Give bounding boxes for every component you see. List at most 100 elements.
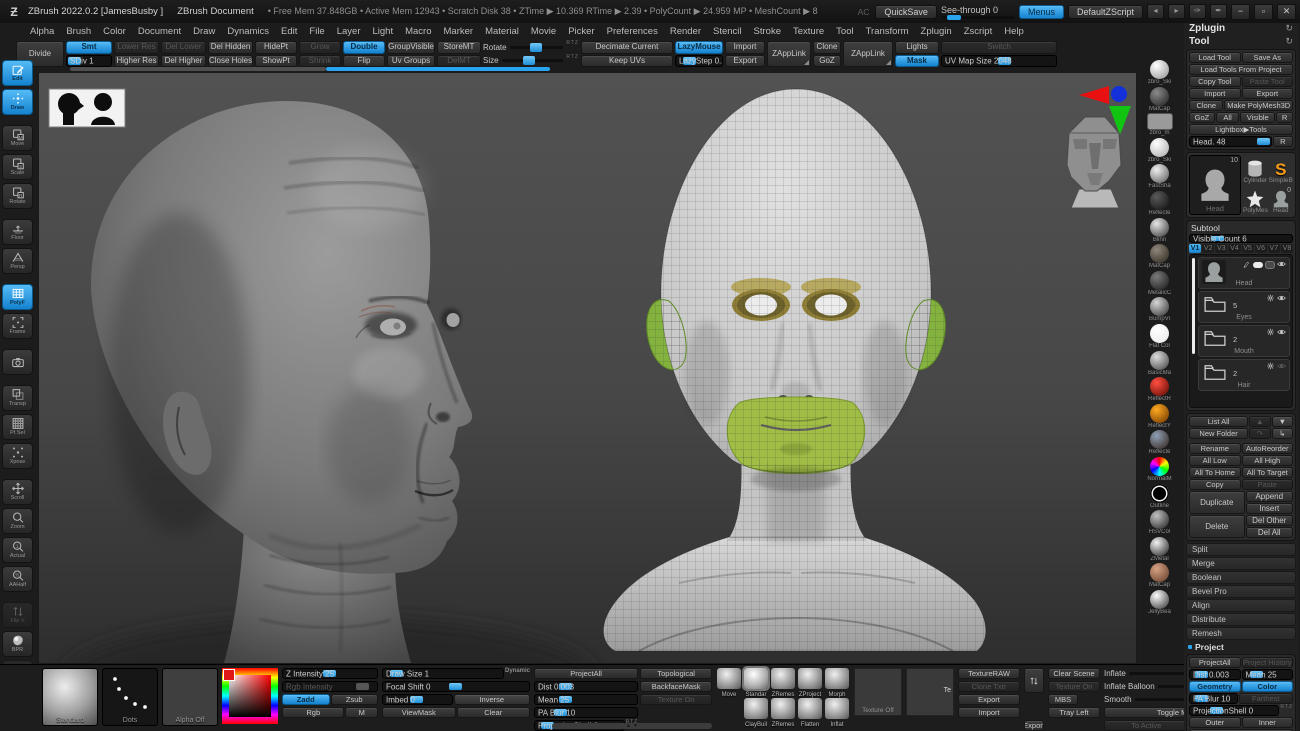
section-remesh[interactable]: Remesh (1186, 627, 1296, 640)
menu-texture[interactable]: Texture (787, 26, 830, 37)
toolbar-scroll[interactable]: Scroll (2, 479, 33, 505)
section-bevel-pro[interactable]: Bevel Pro (1186, 585, 1296, 598)
tab-v3[interactable]: V3 (1215, 244, 1227, 253)
shelf-focal-shift-0[interactable]: Focal Shift 0 (382, 681, 530, 692)
menu-movie[interactable]: Movie (525, 26, 562, 37)
toolbar-flip-v[interactable]: Flip V (2, 602, 33, 628)
toolbar-aahalf[interactable]: ½AAHalf (2, 566, 33, 592)
menu-light[interactable]: Light (366, 26, 399, 37)
shelf-scrollbar[interactable] (70, 67, 550, 71)
tool-r[interactable]: R (1276, 112, 1293, 123)
toolbar-scale[interactable]: SScale (2, 154, 33, 180)
brush-zremes[interactable]: ZRemes (770, 698, 796, 727)
shelf-higher-res[interactable]: Higher Res (114, 55, 159, 68)
shelf-decimate-current[interactable]: Decimate Current (581, 41, 673, 54)
shelf-flip[interactable]: Flip (343, 55, 385, 68)
menu-stroke[interactable]: Stroke (748, 26, 787, 37)
material-basicma[interactable]: BasicMa (1137, 351, 1182, 377)
menu-layer[interactable]: Layer (331, 26, 367, 37)
project-color[interactable]: Color (1242, 681, 1294, 692)
tab-v1[interactable]: V1 (1189, 244, 1201, 253)
toolbar-actual[interactable]: 1Actual (2, 537, 33, 563)
toolbar-xpose[interactable]: Xpose (2, 443, 33, 469)
shelf-export[interactable]: Export (725, 55, 765, 68)
shelf-rgb-intensity[interactable]: Rgb Intensity (282, 681, 378, 692)
brush-inflat[interactable]: Inflat (824, 698, 850, 727)
shelf-projectall[interactable]: ProjectAll (534, 668, 638, 679)
project-project-history[interactable]: Project History (1242, 657, 1294, 668)
toolbar-draw[interactable]: Draw (2, 89, 33, 115)
shelf-import[interactable]: Import (725, 41, 765, 54)
slider-track[interactable] (502, 59, 564, 62)
subtool-copy[interactable]: Copy (1189, 479, 1241, 490)
shelf-z-intensity-25[interactable]: Z Intensity 25 (282, 668, 378, 679)
shelf-zapplink[interactable]: ZAppLink (767, 41, 811, 67)
tab-v5[interactable]: V5 (1242, 244, 1254, 253)
tool-copy-tool[interactable]: Copy Tool (1189, 76, 1241, 87)
menu-brush[interactable]: Brush (60, 26, 97, 37)
project-farthest[interactable]: Farthest (1239, 693, 1294, 704)
subtool-item-head[interactable]: Head (1198, 257, 1290, 289)
current-tool-thumb[interactable]: 10 Head (1189, 155, 1241, 215)
toolbar-floor[interactable]: Floor (2, 219, 33, 245)
subtool-delete[interactable]: Delete (1189, 515, 1245, 538)
shelf-switch[interactable]: Switch (941, 41, 1057, 54)
project-pa-blur-10[interactable]: PA Blur 10 (1189, 693, 1238, 704)
toolbar-zoom[interactable]: Zoom (2, 508, 33, 534)
subtool-x[interactable]: ▼ (1272, 416, 1293, 427)
brush-zproject[interactable]: ZProject (797, 668, 823, 697)
shelf-showpt[interactable]: ShowPt (255, 55, 297, 68)
subtool-del-other[interactable]: Del Other (1246, 515, 1294, 526)
material-normalm[interactable]: NormalM (1137, 457, 1182, 483)
brush-b-icon[interactable]: ✒ (1210, 4, 1227, 19)
project-inner[interactable]: Inner (1242, 717, 1294, 728)
tool-thumb-cylinder[interactable]: Cylinder (1243, 155, 1268, 185)
visibility-eye-icon[interactable] (1277, 294, 1286, 304)
shelf-zsub[interactable]: Zsub (331, 694, 379, 705)
menus-toggle-button[interactable]: Menus (1019, 5, 1064, 19)
gear-icon[interactable] (1266, 328, 1275, 338)
tab-v4[interactable]: V4 (1228, 244, 1240, 253)
slider-track[interactable] (510, 46, 564, 49)
subtool-x[interactable]: ↳ (1272, 428, 1293, 439)
material-zmetal[interactable]: ZMetal (1137, 537, 1182, 563)
shelf-topological[interactable]: Topological (640, 668, 712, 679)
slider-handle[interactable] (530, 43, 542, 52)
shelf-groupvisible[interactable]: GroupVisible (387, 41, 435, 54)
project-outer[interactable]: Outer (1189, 717, 1241, 728)
shade-toggle-icon[interactable] (1265, 261, 1275, 269)
document-canvas[interactable] (38, 72, 1137, 664)
shelf-export[interactable]: Export (958, 694, 1020, 705)
subtool-all-to-target[interactable]: All To Target (1242, 467, 1294, 478)
subtool-item-mouth[interactable]: 2Mouth (1198, 325, 1290, 357)
shelf-del-hidden[interactable]: Del Hidden (208, 41, 253, 54)
shelf-texture-on[interactable]: Texture On (1048, 681, 1100, 692)
section-split[interactable]: Split (1186, 543, 1296, 556)
material-matcap[interactable]: MatCap (1137, 87, 1182, 113)
tool-lightbox-tools[interactable]: Lightbox▶Tools (1189, 124, 1293, 135)
menu-help[interactable]: Help (998, 26, 1030, 37)
project-dist-0-003[interactable]: Dist 0.003 (1189, 669, 1241, 680)
menu-marker[interactable]: Marker (438, 26, 480, 37)
section-align[interactable]: Align (1186, 599, 1296, 612)
tool-goz[interactable]: GoZ (1189, 112, 1215, 123)
brush-move[interactable]: Move (716, 668, 742, 697)
menu-material[interactable]: Material (479, 26, 525, 37)
see-through-slider[interactable]: See-through 0 (941, 5, 1015, 19)
shelf-import[interactable]: Import (958, 707, 1020, 718)
menu-color[interactable]: Color (97, 26, 132, 37)
project-projectall[interactable]: ProjectAll (1189, 657, 1241, 668)
retopo-wireframe-head[interactable] (603, 89, 985, 651)
toolbar-bpr[interactable]: BPR (2, 631, 33, 657)
texture-slot-2[interactable]: Te (906, 668, 954, 716)
tool-load-tool[interactable]: Load Tool (1189, 52, 1241, 63)
zplugin-palette-header[interactable]: Zplugin↻ (1186, 23, 1296, 34)
subtool-all-to-home[interactable]: All To Home (1189, 467, 1241, 478)
tool-save-as[interactable]: Save As (1242, 52, 1294, 63)
shelf-clone-txtr[interactable]: Clone Txtr (958, 681, 1020, 692)
tab-v8[interactable]: V8 (1281, 244, 1293, 253)
menu-draw[interactable]: Draw (187, 26, 221, 37)
tool-head-48[interactable]: Head. 48 (1189, 136, 1272, 147)
subtool-rename[interactable]: Rename (1189, 443, 1241, 454)
shelf-rgb[interactable]: Rgb (282, 707, 344, 718)
